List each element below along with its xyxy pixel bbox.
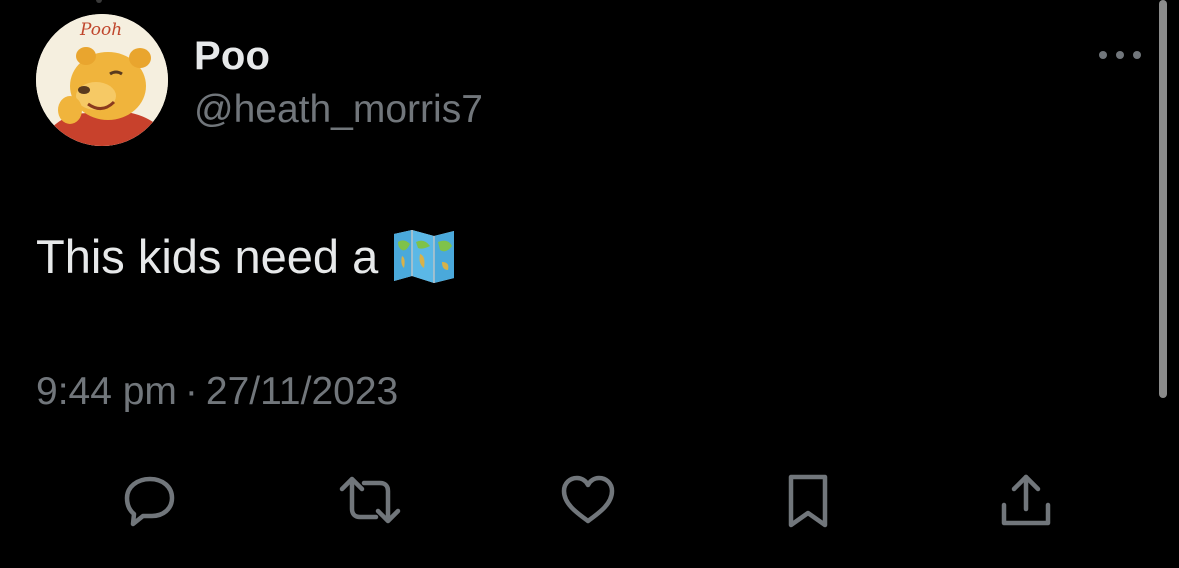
heart-icon xyxy=(561,475,615,524)
tweet-date: 27/11/2023 xyxy=(205,370,399,413)
more-options-button[interactable] xyxy=(1090,38,1150,72)
retweet-button[interactable] xyxy=(330,460,410,540)
avatar-lettering: Pooh xyxy=(80,20,123,40)
tweet-time: 9:44 pm xyxy=(36,370,177,413)
more-dots-icon xyxy=(1099,51,1141,59)
share-icon xyxy=(1001,474,1051,526)
tweet-detail: Pooh Poo @heath_morris7 This kids need a xyxy=(0,0,1179,568)
reply-button[interactable] xyxy=(110,460,190,540)
tweet-text: This kids need a xyxy=(36,228,456,284)
bookmark-icon xyxy=(788,474,828,528)
retweet-icon xyxy=(339,476,401,524)
world-map-icon xyxy=(394,230,455,283)
user-handle[interactable]: @heath_morris7 xyxy=(194,88,483,132)
reply-icon xyxy=(124,476,175,527)
bookmark-button[interactable] xyxy=(768,460,848,540)
tweet-action-bar xyxy=(0,460,1179,540)
like-button[interactable] xyxy=(548,460,628,540)
share-button[interactable] xyxy=(986,460,1066,540)
timestamp-separator: · xyxy=(184,370,198,413)
scrollbar[interactable] xyxy=(1159,0,1167,398)
world-map-emoji xyxy=(392,228,456,284)
thread-connector-dot xyxy=(96,0,102,3)
tweet-timestamp[interactable]: 9:44 pm · 27/11/2023 xyxy=(36,370,398,414)
tweet-text-content: This kids need a xyxy=(36,229,379,283)
avatar[interactable]: Pooh xyxy=(36,14,168,146)
display-name[interactable]: Poo xyxy=(194,34,270,79)
